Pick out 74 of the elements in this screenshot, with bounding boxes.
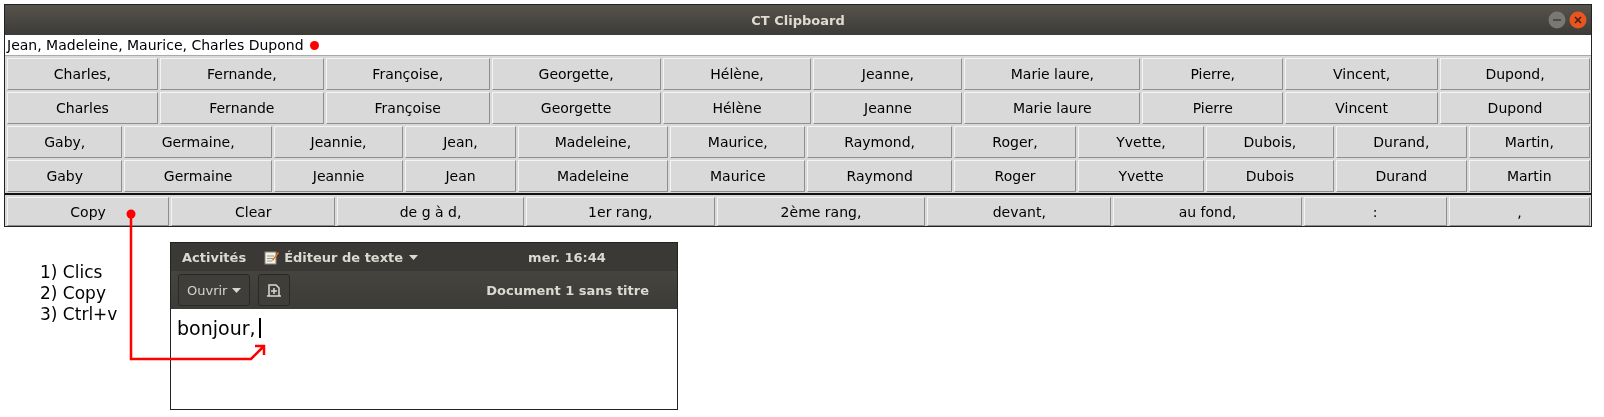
name-button[interactable]: Jean (405, 160, 516, 192)
step-text: 2) Copy (40, 283, 107, 304)
caret-icon (409, 254, 419, 260)
name-button[interactable]: Georgette, (491, 58, 661, 90)
name-button[interactable]: Jeanne (813, 92, 963, 124)
name-button[interactable]: Yvette (1078, 160, 1204, 192)
name-button[interactable]: Yvette, (1078, 126, 1204, 158)
toolbar-button[interactable]: 2ème rang, (716, 197, 926, 226)
toolbar-button[interactable]: : (1303, 197, 1447, 226)
name-button[interactable]: Jeannie, (273, 126, 404, 158)
minimize-button[interactable] (1548, 11, 1566, 29)
clipboard-field[interactable]: Jean, Madeleine, Maurice, Charles Dupond (5, 35, 1591, 56)
toolbar-button[interactable]: devant, (927, 197, 1112, 226)
name-button[interactable]: Jean, (405, 126, 516, 158)
name-button[interactable]: Durand (1336, 160, 1467, 192)
name-button[interactable]: Maurice, (670, 126, 806, 158)
toolbar-button[interactable]: au fond, (1113, 197, 1302, 226)
name-button[interactable]: Pierre (1142, 92, 1284, 124)
name-button[interactable]: Dubois (1205, 160, 1335, 192)
name-button[interactable]: Gaby, (7, 126, 123, 158)
name-button[interactable]: Raymond (807, 160, 952, 192)
document-title: Document 1 sans titre (486, 282, 649, 298)
marker-dot-icon (309, 40, 319, 50)
name-button[interactable]: Pierre, (1142, 58, 1284, 90)
toolbar-button[interactable]: Clear (171, 197, 336, 226)
name-button[interactable]: Germaine, (124, 126, 272, 158)
name-button[interactable]: Charles, (7, 58, 158, 90)
step-text: 1) Clics (40, 262, 104, 283)
toolbar-button[interactable]: , (1448, 197, 1590, 226)
step-text: 3) Ctrl+v (40, 304, 119, 325)
field-text: Jean, Madeleine, Maurice, Charles Dupond (7, 37, 304, 53)
name-button[interactable]: Hélène (662, 92, 812, 124)
name-button[interactable]: Fernande, (159, 58, 324, 90)
new-document-icon (266, 282, 283, 298)
name-button[interactable]: Georgette (491, 92, 661, 124)
name-button[interactable]: Vincent (1285, 92, 1439, 124)
name-button[interactable]: Roger, (953, 126, 1077, 158)
name-button[interactable]: Jeannie (273, 160, 404, 192)
notepad-icon (264, 249, 280, 265)
name-button[interactable]: Dubois, (1205, 126, 1335, 158)
activities-button[interactable]: Activités (182, 249, 247, 265)
name-button[interactable]: Madeleine, (517, 126, 669, 158)
name-button[interactable]: Raymond, (807, 126, 952, 158)
name-button[interactable]: Dupond, (1440, 58, 1590, 90)
name-button[interactable]: Martin (1468, 160, 1590, 192)
name-button[interactable]: Marie laure, (964, 58, 1141, 90)
name-button[interactable]: Durand, (1336, 126, 1467, 158)
toolbar-button[interactable]: Copy (7, 197, 170, 226)
name-button[interactable]: Fernande (159, 92, 324, 124)
name-button[interactable]: Germaine (124, 160, 272, 192)
app-menu[interactable]: Éditeur de texte (284, 249, 404, 265)
toolbar-button[interactable]: de g à d, (337, 197, 524, 226)
name-button[interactable]: Gaby (7, 160, 123, 192)
name-button[interactable]: Roger (953, 160, 1077, 192)
name-button[interactable]: Madeleine (517, 160, 669, 192)
name-button[interactable]: Hélène, (662, 58, 812, 90)
name-button[interactable]: Charles (7, 92, 158, 124)
name-button[interactable]: Françoise, (325, 58, 490, 90)
window-title: CT Clipboard (751, 12, 845, 28)
new-document-button[interactable] (258, 274, 291, 306)
caret-icon (232, 287, 242, 293)
name-button[interactable]: Maurice (670, 160, 806, 192)
name-button[interactable]: Vincent, (1285, 58, 1439, 90)
name-button[interactable]: Françoise (325, 92, 490, 124)
document-text: bonjour, (177, 317, 256, 339)
open-button[interactable]: Ouvrir (178, 274, 251, 306)
name-button[interactable]: Martin, (1468, 126, 1590, 158)
close-button[interactable] (1569, 11, 1587, 29)
name-button[interactable]: Jeanne, (813, 58, 963, 90)
text-cursor (258, 318, 261, 338)
toolbar-button[interactable]: 1er rang, (525, 197, 715, 226)
clock[interactable]: mer. 16:44 (528, 249, 606, 265)
name-button[interactable]: Dupond (1440, 92, 1590, 124)
name-button[interactable]: Marie laure (964, 92, 1141, 124)
